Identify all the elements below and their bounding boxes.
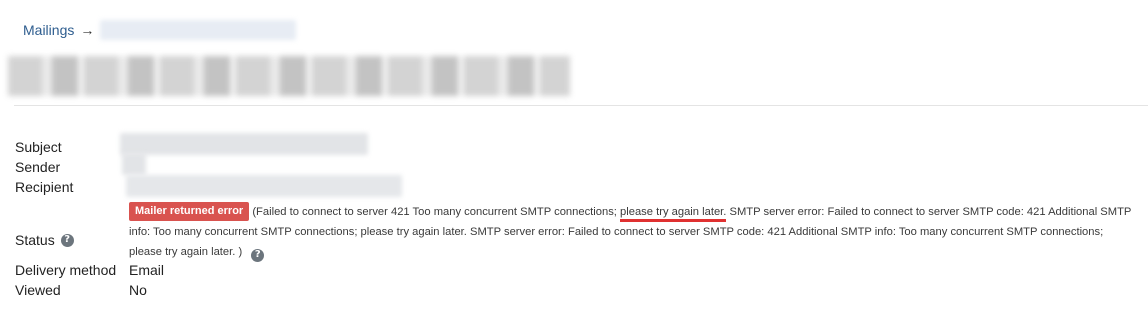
subject-value-redacted (120, 133, 368, 155)
recipient-value-redacted (126, 175, 402, 197)
recipient-label: Recipient (15, 179, 74, 195)
page-title-redacted (8, 56, 570, 96)
subject-label: Subject (15, 139, 62, 155)
viewed-value: No (129, 282, 147, 298)
status-label-wrap: Status ? (15, 232, 74, 248)
status-badge: Mailer returned error (129, 202, 250, 221)
status-message-highlight: please try again later. (620, 206, 727, 222)
breadcrumb-link-mailings[interactable]: Mailings (23, 22, 74, 38)
status-help-icon[interactable]: ? (60, 233, 74, 247)
breadcrumb: Mailings → (23, 20, 297, 40)
sender-value-redacted (122, 153, 146, 175)
sender-label: Sender (15, 159, 61, 175)
viewed-label: Viewed (15, 282, 61, 298)
breadcrumb-separator: → (80, 22, 95, 38)
error-help-icon[interactable]: ? (251, 248, 265, 262)
status-label: Status (15, 232, 55, 248)
delivery-method-label: Delivery method (15, 262, 117, 278)
delivery-method-value: Email (129, 262, 165, 278)
status-value: Mailer returned error (Failed to connect… (129, 202, 1135, 262)
status-message-before: (Failed to connect to server 421 Too man… (252, 206, 617, 218)
breadcrumb-current-redacted (100, 20, 297, 40)
header-divider (14, 105, 1148, 106)
